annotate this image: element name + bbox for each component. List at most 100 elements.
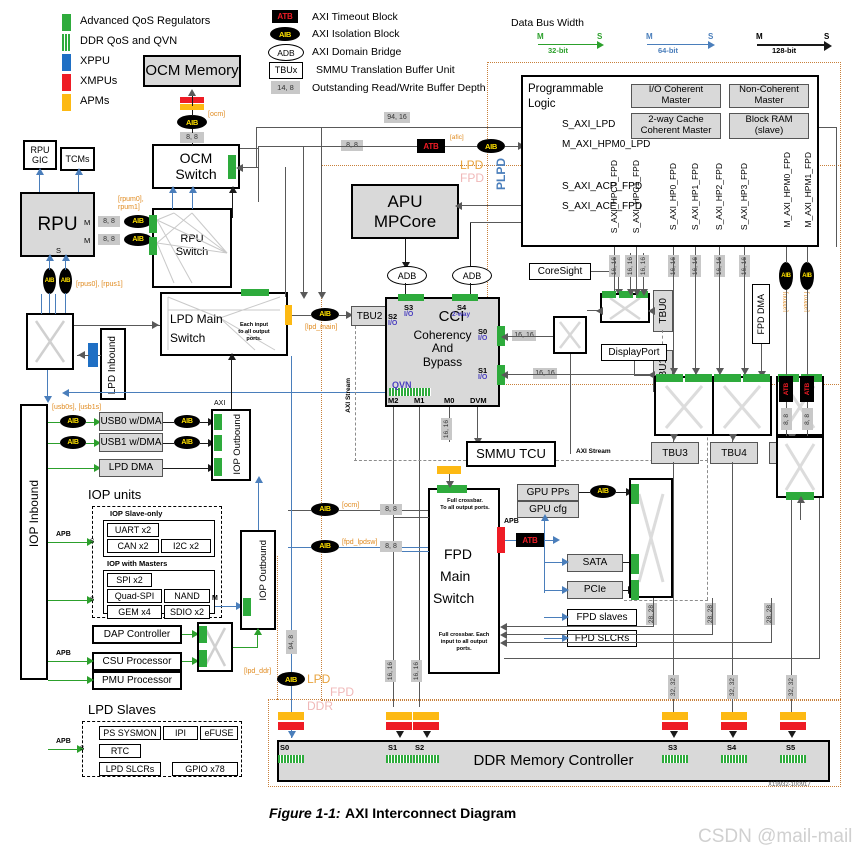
iop-quadspi-block: Quad-SPI bbox=[107, 589, 162, 603]
fpd-main-switch-label-3: Switch bbox=[433, 590, 475, 606]
iop-uart-block: UART x2 bbox=[107, 523, 159, 537]
qos-rpu-switch-a bbox=[149, 215, 157, 233]
apm-fpd-main bbox=[437, 466, 461, 474]
apm-ddr-s2 bbox=[413, 712, 439, 720]
pl-io-coherent-master: I/O Coherent Master bbox=[631, 84, 721, 108]
qvn-ddr-s4 bbox=[721, 755, 747, 763]
axistream-label-left: AXI Stream bbox=[345, 378, 352, 413]
s-label-lpd-slaves: S bbox=[80, 745, 85, 752]
iop-outbound-top-label: IOP Outbound bbox=[232, 414, 243, 475]
legend-tbu-icon: TBUx bbox=[269, 62, 303, 79]
lpd-crossbar-note: Each input to all output ports. bbox=[238, 322, 270, 342]
qvn-ddr-s1 bbox=[386, 755, 412, 763]
aib-hpm0: AIB bbox=[779, 262, 793, 290]
iso-label-fpd-lpdsw: [fpd_lpdsw] bbox=[342, 539, 378, 546]
legend-aib-icon: AIB bbox=[270, 27, 300, 41]
depth-cs-b-text: 16, 16 bbox=[640, 256, 647, 276]
legend-adb-icon: ADB bbox=[268, 44, 304, 61]
ddr-port-s4: S4 bbox=[727, 743, 737, 752]
depth-cs-a: 16, 16 bbox=[625, 255, 636, 277]
apm-ddr-s5 bbox=[780, 712, 806, 720]
bus-width-title: Data Bus Width bbox=[511, 17, 584, 29]
iso-label-afic: [afic] bbox=[450, 134, 464, 141]
fpd-slcrs-block: FPD SLCRs bbox=[567, 630, 637, 647]
apm-ddr-s0 bbox=[278, 712, 304, 720]
usb0-block: USB0 w/DMA bbox=[99, 412, 163, 431]
aib-rpus1: AIB bbox=[59, 268, 72, 294]
atb-hpm1: ATB bbox=[800, 376, 814, 402]
tbu2-block: TBU2 bbox=[351, 306, 388, 326]
qos-tbu3-a bbox=[656, 374, 683, 382]
iso-label-lpd-main: [lpd_main] bbox=[305, 324, 338, 331]
legend-swatch-apm bbox=[62, 94, 71, 111]
apm-lpd-main bbox=[285, 305, 292, 325]
bus32-width-label: 32-bit bbox=[548, 46, 569, 55]
legend-label-xppu: XPPU bbox=[80, 55, 110, 67]
iso-label-rpum: [rpum0], rpum1] bbox=[118, 196, 144, 211]
xppu-lpd-inbound bbox=[88, 343, 98, 367]
iop-inbound-label: IOP Inbound bbox=[27, 480, 41, 548]
xmpu-ddr-s1 bbox=[386, 722, 412, 730]
bus32-m-label: M bbox=[537, 32, 544, 41]
depth-fpd-m2-text: 16, 16 bbox=[387, 661, 394, 681]
legend-label-qos: Advanced QoS Regulators bbox=[80, 15, 211, 27]
cci-port-s0-sub: I/O bbox=[478, 335, 488, 342]
fpd-crossbar-note-top: Full crossbar. To all output ports. bbox=[440, 498, 490, 511]
cci-port-s3-sub: I/O bbox=[404, 311, 414, 318]
qos-pcie bbox=[631, 580, 639, 600]
lpd-slcrs-block: LPD SLCRs bbox=[99, 762, 161, 776]
depth-fpd-m1: 16, 16 bbox=[411, 660, 422, 682]
axi-label-iop-outbound: AXI bbox=[214, 400, 226, 407]
atb-fpd: ATB bbox=[516, 533, 544, 547]
qos-cs-a bbox=[602, 291, 616, 298]
csu-processor-block: CSU Processor bbox=[92, 652, 182, 671]
qvn-ddr-s2 bbox=[413, 755, 439, 763]
fpd-dma-block: FPD DMA bbox=[752, 284, 770, 344]
axi-interconnect-diagram: Advanced QoS Regulators DDR QoS and QVN … bbox=[0, 0, 859, 851]
axistream-label-right: AXI Stream bbox=[576, 448, 611, 455]
domain-label-plpd: PLPD bbox=[494, 158, 508, 191]
pl-port-s-axi-hp1-fpd: S_AXI_HP1_FPD bbox=[690, 163, 700, 231]
iop-with-masters-title: IOP with Masters bbox=[107, 559, 168, 568]
s-label-iop-master: S bbox=[90, 596, 95, 603]
domain-label-lpd-top: LPD bbox=[460, 158, 484, 172]
depth-lpd-top: 94, 16 bbox=[384, 112, 410, 123]
apb-label-lpd-slaves: APB bbox=[56, 738, 71, 745]
apb-label-iop-slave: APB bbox=[56, 531, 71, 538]
domain-label-fpd-bot: FPD bbox=[330, 685, 354, 699]
depth-tbu5-xbar: 28, 28 bbox=[764, 603, 775, 625]
atb-hpm1-text: ATB bbox=[803, 382, 811, 396]
lpd-rtc-block: RTC bbox=[99, 744, 141, 758]
gpu-pps-block: GPU PPs bbox=[517, 484, 579, 501]
depth-hpm1: 8, 8 bbox=[802, 408, 813, 430]
xmpu-ddr-s5 bbox=[780, 722, 806, 730]
aib-hpm0-lpd: AIB bbox=[477, 139, 505, 153]
qos-tbu3-b bbox=[685, 374, 712, 382]
adb-acp: ADB bbox=[452, 266, 492, 285]
watermark: CSDN @mail-mail bbox=[698, 826, 853, 847]
iop-can-block: CAN x2 bbox=[107, 539, 159, 553]
legend-label-atb: AXI Timeout Block bbox=[312, 11, 398, 23]
lpd-ps-sysmon-block: PS SYSMON bbox=[99, 726, 161, 740]
depth-hpm0: 8, 8 bbox=[781, 408, 792, 430]
legend-atb-icon: ATB bbox=[272, 10, 298, 23]
iso-label-lpd-ddr: [lpd_ddr] bbox=[244, 668, 272, 675]
aib-usb1-out: AIB bbox=[174, 436, 200, 449]
lpd-ipi-block: IPI bbox=[163, 726, 198, 740]
legend-swatch-qvn bbox=[62, 34, 71, 51]
pl-non-coherent-master: Non-Coherent Master bbox=[729, 84, 809, 108]
fpd-main-switch-label-2: Main bbox=[440, 568, 471, 584]
lpd-efuse-block: eFUSE bbox=[200, 726, 238, 740]
qvn-ddr-s3 bbox=[662, 755, 688, 763]
aib-usb1-in: AIB bbox=[60, 436, 86, 449]
atb-hpm0-lpd: ATB bbox=[417, 139, 445, 153]
iop-slave-only-title: IOP Slave-only bbox=[110, 509, 163, 518]
pl-port-s-axi-hpc1-fpd: S_AXI_HPC1_FPD bbox=[631, 160, 641, 234]
legend-label-aib: AXI Isolation Block bbox=[312, 28, 400, 40]
depth-tbu4-xbar: 28, 28 bbox=[705, 603, 716, 625]
aib-lpd-ddr: AIB bbox=[277, 672, 305, 686]
lpd-slaves-title: LPD Slaves bbox=[88, 702, 156, 717]
figure-doc-id: X19932-100917 bbox=[768, 782, 811, 788]
qos-iop-outbound-bottom bbox=[243, 598, 251, 616]
atb-hpm0: ATB bbox=[779, 376, 793, 402]
